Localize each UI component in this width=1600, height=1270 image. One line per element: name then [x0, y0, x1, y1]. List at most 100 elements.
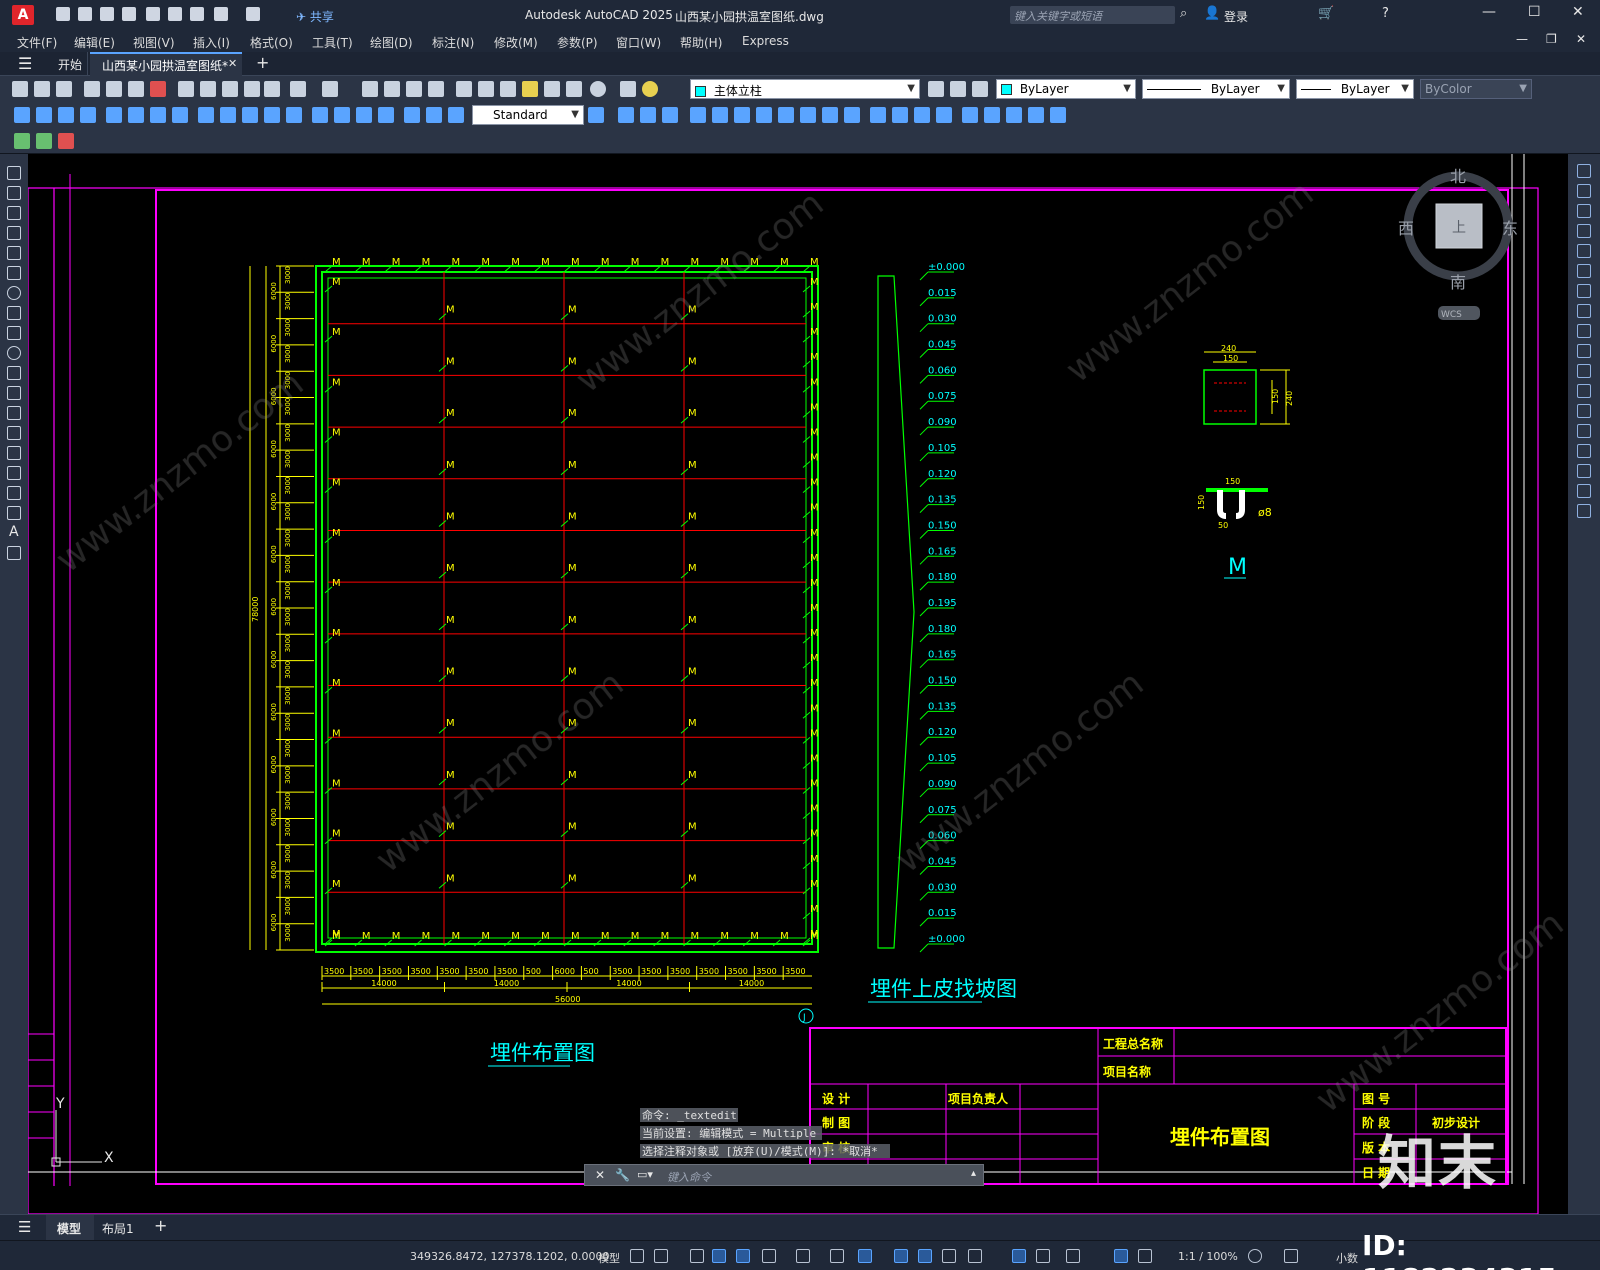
add-layout-button[interactable]: +	[154, 1216, 167, 1235]
grid-icon[interactable]	[630, 1249, 644, 1263]
dim-quick-icon[interactable]	[198, 107, 214, 123]
dim-aligned-icon[interactable]	[36, 107, 52, 123]
tab-layout1[interactable]: 布局1	[96, 1215, 146, 1240]
chamfer-icon[interactable]	[1577, 444, 1591, 458]
object-snap-icon[interactable]	[830, 1249, 844, 1263]
fillet-icon[interactable]	[1577, 464, 1591, 478]
modify-6-icon[interactable]	[734, 107, 750, 123]
new-tab-button[interactable]: +	[256, 53, 269, 72]
tb-pan-icon[interactable]	[362, 81, 378, 97]
coordinates-readout[interactable]: 349326.8472, 127378.1202, 0.0000	[410, 1250, 609, 1263]
dim-arc-icon[interactable]	[58, 107, 74, 123]
command-input[interactable]: 键入命令	[667, 1169, 711, 1185]
tab-drawing[interactable]: 山西某小园拱温室图纸* ✕	[90, 52, 242, 76]
modify-8-icon[interactable]	[778, 107, 794, 123]
dim-break-icon[interactable]	[286, 107, 302, 123]
snap-icon[interactable]	[654, 1249, 668, 1263]
menu-tools[interactable]: 工具(T)	[312, 34, 353, 51]
dim-space-icon[interactable]	[264, 107, 280, 123]
offset-icon[interactable]	[1577, 224, 1591, 238]
open-icon[interactable]	[78, 7, 92, 21]
selection-filter-icon[interactable]	[1012, 1249, 1026, 1263]
menu-format[interactable]: 格式(O)	[250, 34, 293, 51]
modify-1-icon[interactable]	[618, 107, 634, 123]
modify-7-icon[interactable]	[756, 107, 772, 123]
tb-preview-icon[interactable]	[106, 81, 122, 97]
modify-16-icon[interactable]	[962, 107, 978, 123]
object-snap-tracking-icon[interactable]	[796, 1249, 810, 1263]
menu-draw[interactable]: 绘图(D)	[370, 34, 413, 51]
dim-jogged-icon[interactable]	[128, 107, 144, 123]
tab-start[interactable]: 开始	[46, 52, 88, 75]
viewcube-east[interactable]: 东	[1502, 219, 1518, 238]
modify-19-icon[interactable]	[1028, 107, 1044, 123]
tb-copy-icon[interactable]	[200, 81, 216, 97]
menu-express[interactable]: Express	[742, 34, 789, 48]
erase-icon[interactable]	[1577, 164, 1591, 178]
layout-menu-icon[interactable]: ☰	[18, 1218, 31, 1236]
help-icon[interactable]: ?	[1382, 6, 1389, 21]
save-web-icon[interactable]	[168, 7, 182, 21]
doc-close-button[interactable]: ✕	[1576, 32, 1586, 46]
menu-file[interactable]: 文件(F)	[17, 34, 57, 51]
modify-10-icon[interactable]	[822, 107, 838, 123]
polygon-icon[interactable]	[7, 226, 21, 240]
menu-help[interactable]: 帮助(H)	[680, 34, 722, 51]
tb-undo-icon[interactable]	[290, 81, 306, 97]
modify-17-icon[interactable]	[984, 107, 1000, 123]
modify-2-icon[interactable]	[640, 107, 656, 123]
autocad-logo-icon[interactable]: A	[12, 5, 34, 25]
tb-calculator-icon[interactable]	[566, 81, 582, 97]
annotation-visibility-icon[interactable]	[1066, 1249, 1080, 1263]
viewcube-north[interactable]: 北	[1450, 167, 1466, 186]
plot-icon[interactable]	[190, 7, 204, 21]
ellipse-icon[interactable]	[7, 346, 21, 360]
tb-plot-icon[interactable]	[84, 81, 100, 97]
close-button[interactable]: ✕	[1572, 4, 1584, 20]
ellipse-arc-icon[interactable]	[7, 366, 21, 380]
modify-11-icon[interactable]	[844, 107, 860, 123]
blend-icon[interactable]	[1577, 484, 1591, 498]
table-icon[interactable]	[7, 506, 21, 520]
command-line[interactable]: ✕ 🔧 ▭▾ 键入命令 ▴	[584, 1164, 984, 1186]
rectangle-icon[interactable]	[7, 246, 21, 260]
tb-help-icon[interactable]	[590, 81, 606, 97]
ortho-icon[interactable]	[712, 1249, 726, 1263]
viewcube-west[interactable]: 西	[1398, 219, 1414, 238]
spline-icon[interactable]	[7, 326, 21, 340]
minimize-button[interactable]: —	[1482, 4, 1496, 20]
doc-restore-button[interactable]: ❐	[1546, 32, 1557, 46]
dim-update-icon[interactable]	[448, 107, 464, 123]
tb-properties-icon[interactable]	[456, 81, 472, 97]
command-up-icon[interactable]: ▴	[971, 1168, 976, 1179]
tb-layer-manager-icon[interactable]	[620, 81, 636, 97]
modify-13-icon[interactable]	[892, 107, 908, 123]
polyline-icon[interactable]	[7, 206, 21, 220]
move-icon[interactable]	[1577, 264, 1591, 278]
autoscale-icon[interactable]	[1114, 1249, 1128, 1263]
tb-sheetset-icon[interactable]	[522, 81, 538, 97]
login-button[interactable]: 登录	[1224, 8, 1248, 25]
dim-style-icon[interactable]	[588, 107, 604, 123]
undo-icon[interactable]	[214, 7, 228, 21]
color-dropdown[interactable]: ByLayer ▼	[996, 79, 1136, 99]
revcloud-icon[interactable]	[7, 306, 21, 320]
command-prompt-icon[interactable]: ▭▾	[637, 1168, 653, 1181]
modify-14-icon[interactable]	[914, 107, 930, 123]
center-mark-icon[interactable]	[334, 107, 350, 123]
jogged-linear-icon[interactable]	[378, 107, 394, 123]
viewcube-south[interactable]: 南	[1450, 273, 1466, 292]
transparency-icon[interactable]	[894, 1249, 908, 1263]
line-icon[interactable]	[7, 166, 21, 180]
save-icon[interactable]	[100, 7, 114, 21]
lineweight-icon[interactable]	[858, 1249, 872, 1263]
command-customize-icon[interactable]: 🔧	[615, 1168, 630, 1182]
plotstyle-dropdown[interactable]: ByColor ▼	[1420, 79, 1532, 99]
modify-20-icon[interactable]	[1050, 107, 1066, 123]
lineweight-dropdown[interactable]: ByLayer ▼	[1296, 79, 1414, 99]
tb-paste-icon[interactable]	[222, 81, 238, 97]
gradient-icon[interactable]	[7, 466, 21, 480]
construction-line-icon[interactable]	[7, 186, 21, 200]
tb-zoom-window-icon[interactable]	[406, 81, 422, 97]
tb-matchprop-icon[interactable]	[244, 81, 260, 97]
